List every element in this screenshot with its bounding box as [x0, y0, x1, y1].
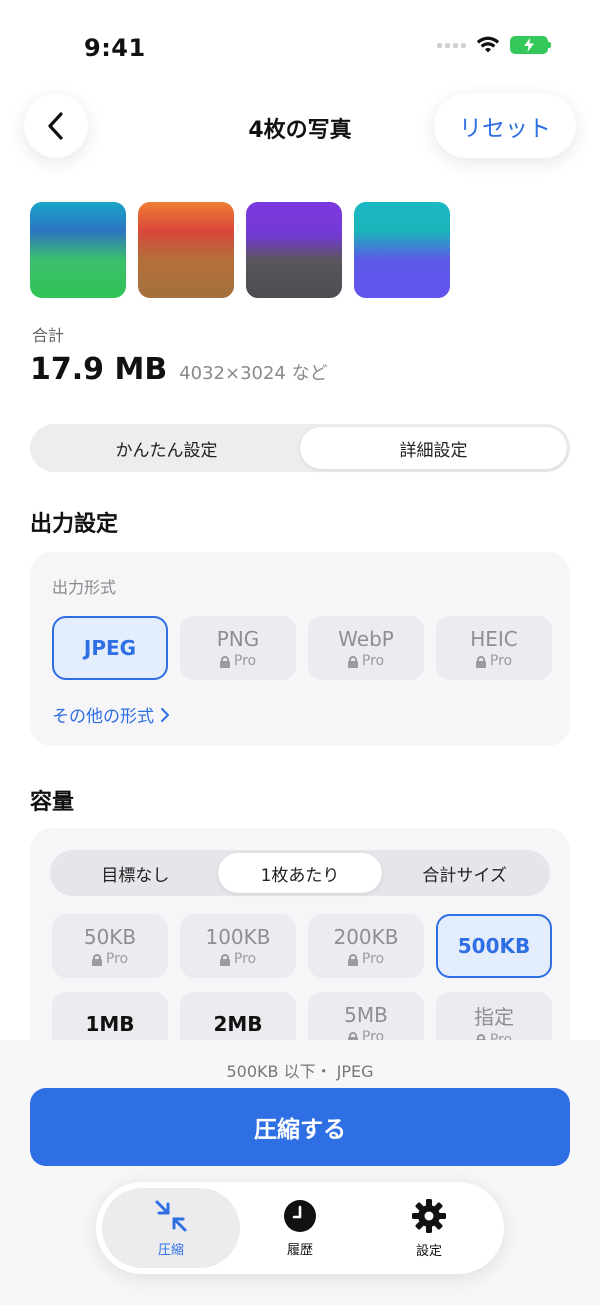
pro-badge: Pro — [347, 653, 385, 669]
clock-icon — [284, 1199, 316, 1232]
status-bar: 9:41 — [0, 0, 600, 96]
photo-thumbnail[interactable] — [138, 202, 234, 298]
tab-detail-settings[interactable]: 詳細設定 — [300, 427, 567, 469]
compress-button[interactable]: 圧縮する — [30, 1088, 570, 1166]
signal-icon — [437, 42, 466, 48]
size-name: 2MB — [213, 1012, 263, 1036]
photo-thumbnails — [30, 202, 450, 298]
pro-label: Pro — [233, 951, 257, 967]
wifi-icon — [476, 36, 500, 53]
total-row: 17.9 MB 4032×3024 など — [30, 352, 328, 387]
tab-settings[interactable]: 設定 — [360, 1188, 498, 1268]
pro-label: Pro — [361, 653, 385, 669]
total-label: 合計 — [32, 326, 65, 345]
tab-label: 設定 — [415, 1243, 442, 1259]
size-option-100kb[interactable]: 100KB Pro — [180, 914, 296, 978]
size-name: 5MB — [344, 1003, 388, 1027]
mode-segmented-control: かんたん設定 詳細設定 — [30, 424, 570, 472]
lock-icon — [475, 655, 486, 668]
battery-icon — [510, 36, 551, 54]
tab-simple-settings[interactable]: かんたん設定 — [33, 427, 300, 469]
tab-compress[interactable]: 圧縮 — [102, 1188, 240, 1268]
tab-per-photo[interactable]: 1枚あたり — [217, 853, 383, 893]
format-option-heic[interactable]: HEIC Pro — [436, 616, 552, 680]
lock-icon — [91, 953, 102, 966]
more-formats-link[interactable]: その他の形式 — [52, 702, 170, 727]
pro-badge: Pro — [475, 653, 513, 669]
tab-label: 圧縮 — [157, 1242, 184, 1258]
size-name: 100KB — [205, 925, 271, 949]
size-option-200kb[interactable]: 200KB Pro — [308, 914, 424, 978]
pro-label: Pro — [361, 951, 385, 967]
format-name: JPEG — [83, 636, 137, 660]
lock-icon — [347, 953, 358, 966]
size-name: 500KB — [457, 934, 531, 958]
format-option-jpeg[interactable]: JPEG — [52, 616, 168, 680]
pro-label: Pro — [105, 951, 129, 967]
size-option-500kb[interactable]: 500KB — [436, 914, 552, 978]
format-label: 出力形式 — [52, 578, 117, 597]
output-format-card: 出力形式 JPEG PNG Pro WebP Pro HEIC Pro その他の… — [30, 552, 570, 746]
pro-badge: Pro — [219, 951, 257, 967]
format-options: JPEG PNG Pro WebP Pro HEIC Pro — [52, 616, 552, 680]
status-time: 9:41 — [84, 34, 146, 62]
pro-label: Pro — [233, 653, 257, 669]
photo-thumbnail[interactable] — [246, 202, 342, 298]
size-name: 指定 — [474, 1004, 514, 1029]
reset-button[interactable]: リセット — [434, 94, 576, 158]
more-formats-label: その他の形式 — [52, 707, 154, 727]
tab-label: 履歴 — [286, 1242, 313, 1258]
format-name: HEIC — [470, 627, 518, 651]
capacity-segmented-control: 目標なし 1枚あたり 合計サイズ — [50, 850, 550, 896]
format-option-png[interactable]: PNG Pro — [180, 616, 296, 680]
output-section-title: 出力設定 — [30, 512, 119, 537]
format-option-webp[interactable]: WebP Pro — [308, 616, 424, 680]
format-name: PNG — [216, 627, 260, 651]
total-size: 17.9 MB — [30, 352, 168, 387]
gear-icon — [412, 1198, 446, 1233]
pro-badge: Pro — [219, 653, 257, 669]
tab-bar: 圧縮 履歴 設定 — [96, 1182, 504, 1274]
tab-total-size[interactable]: 合計サイズ — [382, 853, 547, 893]
size-name: 50KB — [83, 925, 137, 949]
capacity-section-title: 容量 — [30, 790, 75, 815]
pro-badge: Pro — [347, 951, 385, 967]
nav-bar: 4枚の写真 リセット — [0, 94, 600, 158]
size-name: 200KB — [333, 925, 399, 949]
status-icons — [437, 36, 551, 54]
chevron-right-icon — [161, 707, 169, 722]
pro-badge: Pro — [91, 951, 129, 967]
pro-label: Pro — [489, 653, 513, 669]
photo-thumbnail[interactable] — [30, 202, 126, 298]
size-option-50kb[interactable]: 50KB Pro — [52, 914, 168, 978]
lock-icon — [347, 655, 358, 668]
bottom-panel: 500KB 以下・ JPEG 圧縮する 圧縮 履歴 設定 — [0, 1040, 600, 1305]
summary-text: 500KB 以下・ JPEG — [226, 1062, 374, 1081]
size-options: 50KB Pro 100KB Pro 200KB Pro 500KB 1MB 2… — [52, 914, 552, 1056]
lock-icon — [219, 655, 230, 668]
tab-history[interactable]: 履歴 — [231, 1188, 369, 1268]
dimensions-text: 4032×3024 など — [179, 363, 328, 384]
format-name: WebP — [338, 627, 394, 651]
compress-arrows-icon — [155, 1200, 187, 1231]
tab-no-target[interactable]: 目標なし — [53, 853, 218, 893]
photo-thumbnail[interactable] — [354, 202, 450, 298]
size-name: 1MB — [85, 1012, 135, 1036]
lock-icon — [219, 953, 230, 966]
